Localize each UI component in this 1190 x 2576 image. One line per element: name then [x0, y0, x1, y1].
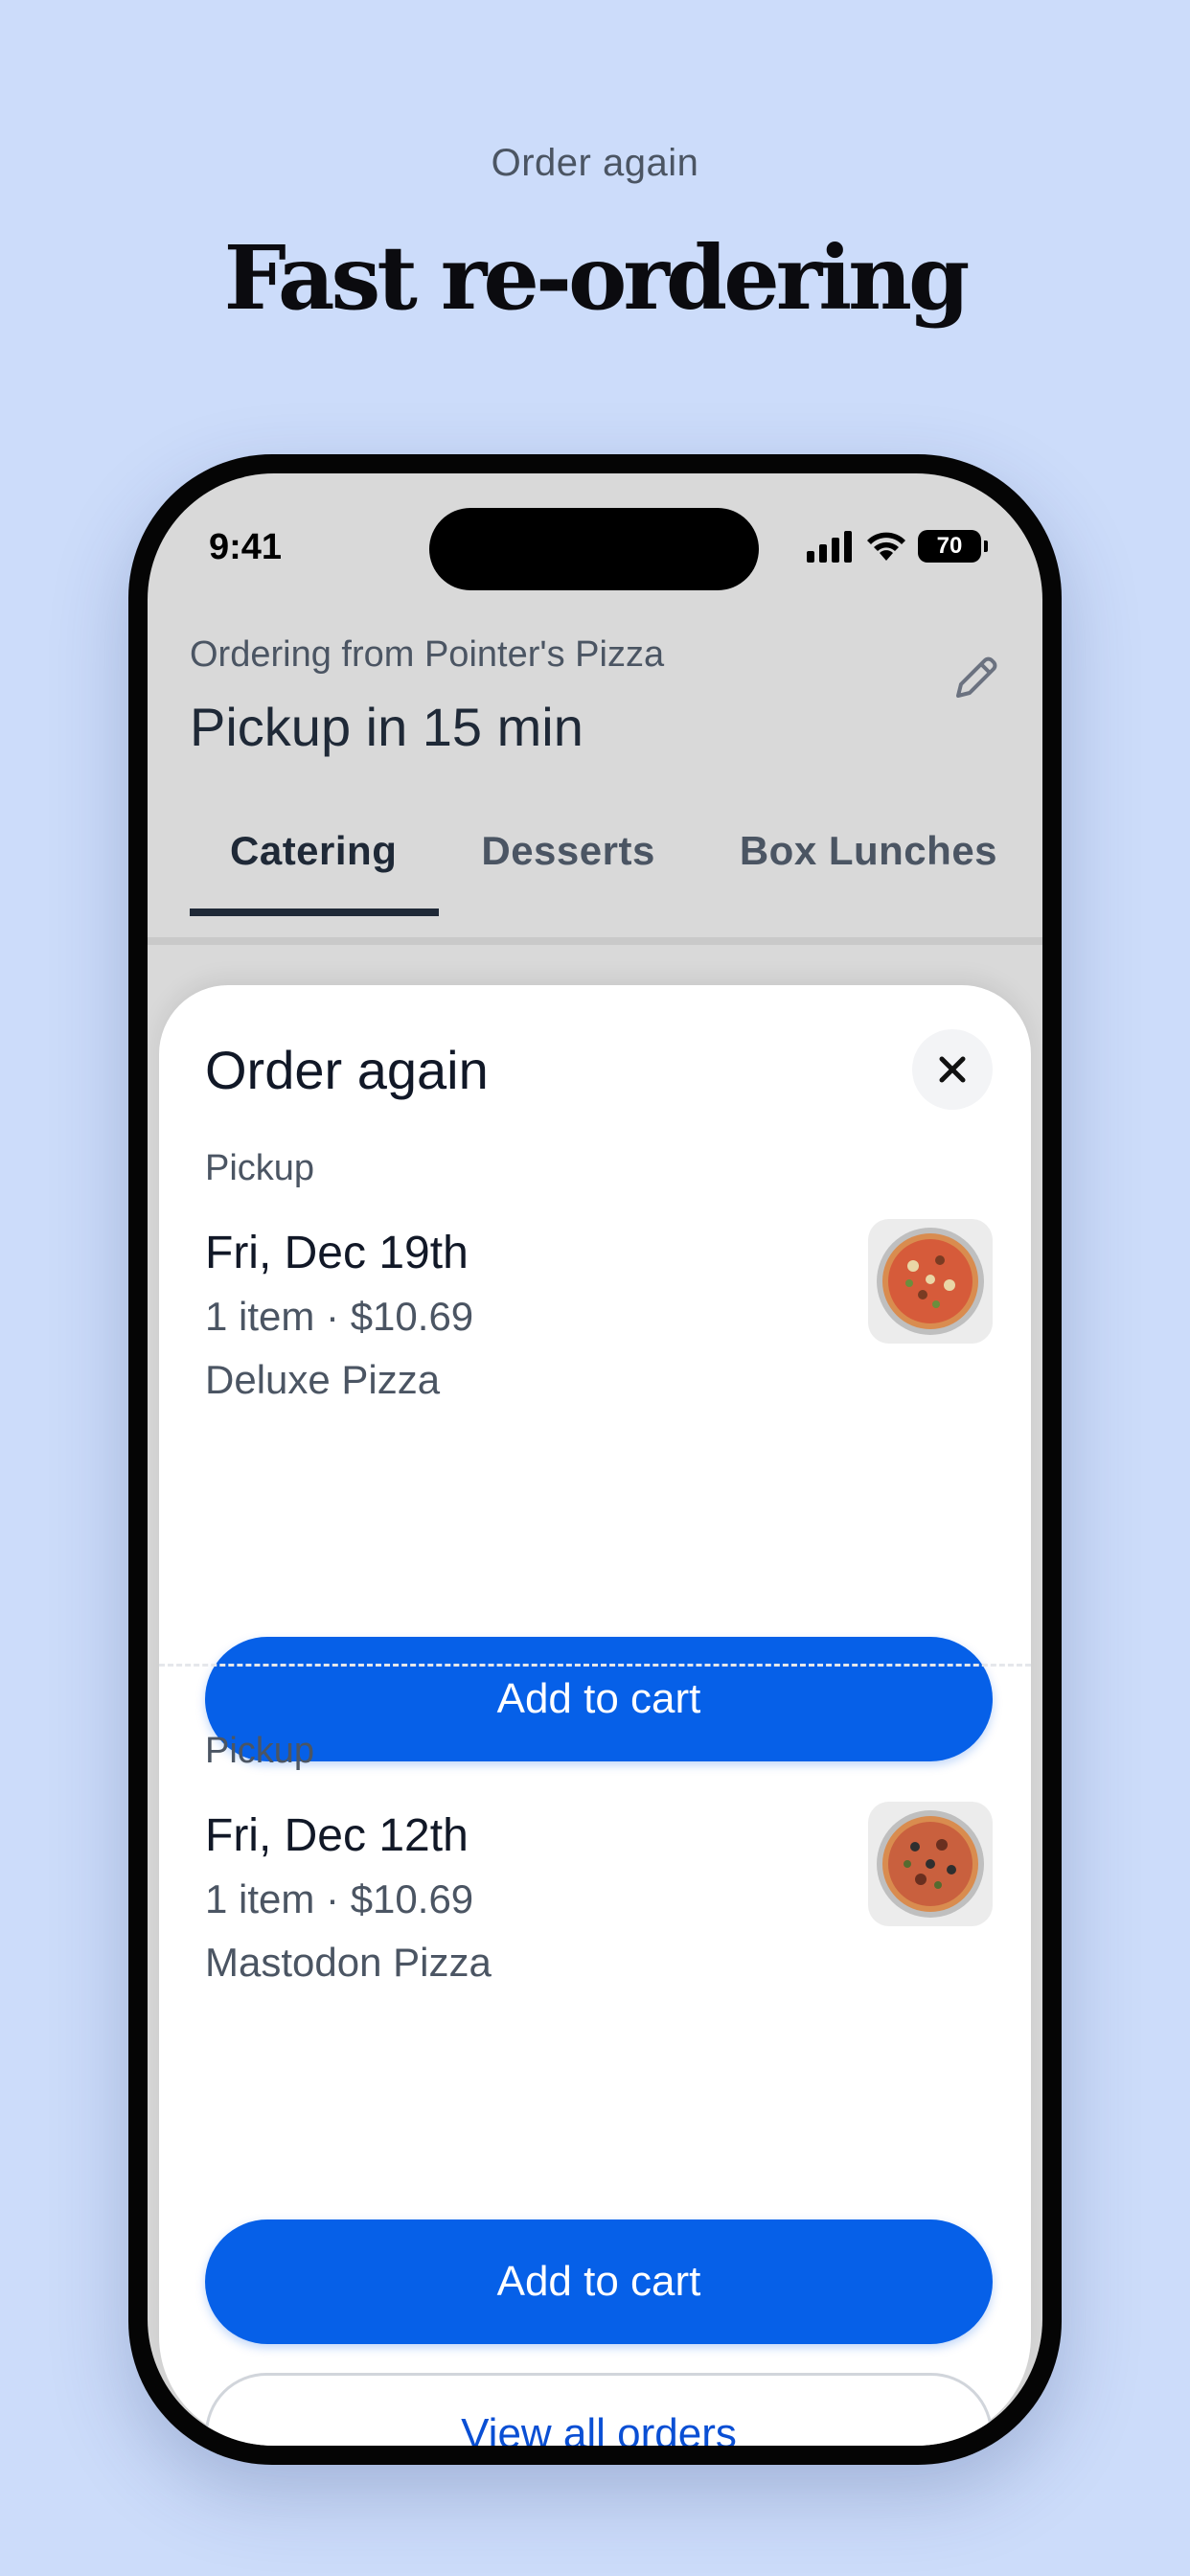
close-button[interactable] — [912, 1029, 993, 1110]
dynamic-island — [429, 508, 759, 590]
order-again-sheet: Order again Pickup Fri, Dec 19th 1 item … — [159, 985, 1031, 2446]
phone-screen: 9:41 70 Ordering from Pointer's Pizza Pi… — [148, 473, 1042, 2446]
pizza-image — [868, 1802, 993, 1926]
status-icons: 70 — [805, 527, 988, 565]
order-item-name: Deluxe Pizza — [205, 1357, 441, 1402]
order-date: Fri, Dec 12th — [205, 1810, 469, 1861]
order-type: Pickup — [205, 1731, 315, 1771]
order-card: Pickup Fri, Dec 19th 1 item · $10.69 Del… — [205, 1148, 993, 1761]
sheet-title: Order again — [205, 1040, 489, 1100]
order-card: Pickup Fri, Dec 12th 1 item · $10.69 Mas… — [205, 1731, 993, 2344]
category-tabs: Catering Desserts Box Lunches — [190, 828, 1040, 916]
pencil-icon[interactable] — [947, 650, 1004, 707]
order-divider — [159, 1664, 1031, 1667]
close-icon — [939, 1056, 966, 1083]
battery-icon: 70 — [918, 530, 988, 563]
eyebrow-text: Order again — [491, 142, 699, 184]
pickup-time[interactable]: Pickup in 15 min — [190, 696, 584, 758]
order-meta: 1 item · $10.69 — [205, 1294, 474, 1339]
order-item-name: Mastodon Pizza — [205, 1940, 492, 1985]
pizza-image — [868, 1219, 993, 1344]
order-meta: 1 item · $10.69 — [205, 1876, 474, 1921]
wifi-icon — [867, 532, 905, 561]
add-to-cart-button[interactable]: Add to cart — [205, 2220, 993, 2344]
tab-box-lunches[interactable]: Box Lunches — [698, 828, 1040, 916]
tab-catering[interactable]: Catering — [190, 828, 440, 916]
ordering-from-label: Ordering from Pointer's Pizza — [190, 634, 665, 675]
order-type: Pickup — [205, 1148, 315, 1188]
tab-desserts[interactable]: Desserts — [439, 828, 697, 916]
status-time: 9:41 — [209, 527, 283, 567]
order-date: Fri, Dec 19th — [205, 1228, 469, 1278]
tabs-divider — [148, 937, 1042, 945]
signal-icon — [807, 531, 852, 563]
headline: Fast re-ordering — [223, 226, 971, 330]
view-all-orders-button[interactable]: View all orders — [205, 2373, 993, 2446]
phone-frame: 9:41 70 Ordering from Pointer's Pizza Pi… — [128, 454, 1062, 2465]
